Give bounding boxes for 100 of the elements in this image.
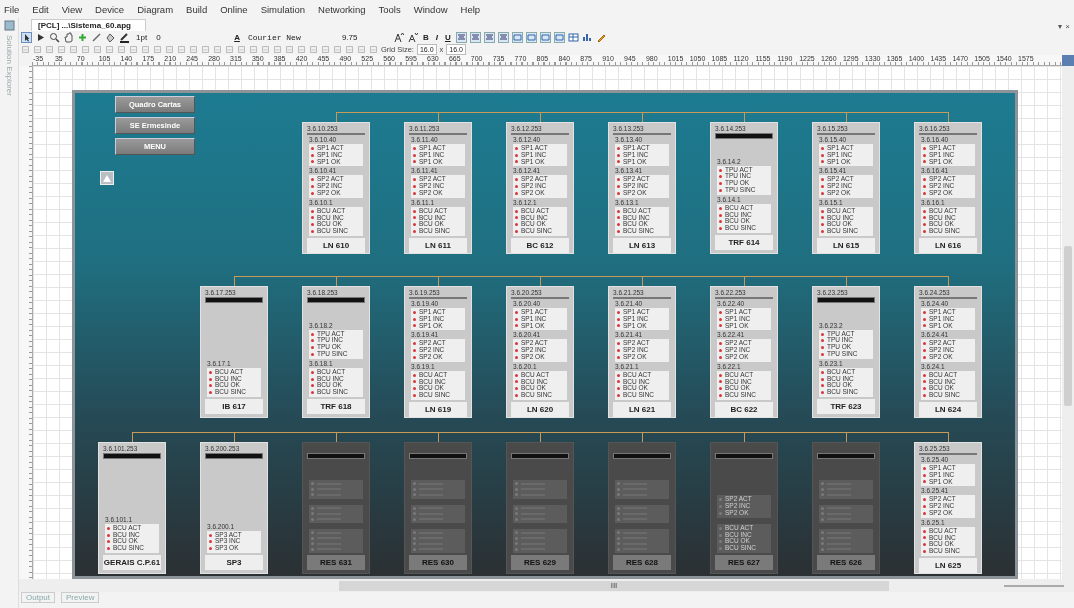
format-button[interactable]: I — [433, 32, 440, 42]
play-icon[interactable] — [35, 31, 46, 43]
chart-icon[interactable] — [581, 31, 593, 43]
bay-name: RES 630 — [409, 555, 467, 570]
line-icon[interactable] — [91, 31, 102, 43]
toolbar-icon[interactable] — [309, 44, 318, 54]
menu-item[interactable]: Simulation — [260, 3, 305, 15]
layout-icon[interactable] — [525, 31, 537, 43]
toolbar-icon[interactable] — [357, 44, 366, 54]
bay-name: SP3 — [205, 555, 263, 570]
layout-icon[interactable] — [553, 31, 565, 43]
up-button[interactable] — [100, 171, 114, 185]
toolbar-icon[interactable] — [225, 44, 234, 54]
toolbar-icon[interactable] — [321, 44, 330, 54]
layout-icon[interactable] — [511, 31, 523, 43]
bay-name: LN 621 — [613, 401, 671, 417]
menu-item[interactable]: Help — [460, 3, 481, 15]
bay-name: IB 617 — [205, 399, 263, 414]
plus-icon[interactable] — [77, 31, 88, 43]
bay-name: BC 622 — [715, 401, 773, 417]
toolbar-icon[interactable] — [261, 44, 270, 54]
network-switch-icon — [103, 453, 161, 459]
fill-icon[interactable] — [105, 31, 116, 43]
network-switch-icon — [307, 453, 365, 459]
bay-name: LN 613 — [613, 237, 671, 253]
menu-item[interactable]: Tools — [378, 3, 401, 15]
pen-color-icon[interactable] — [119, 31, 130, 43]
menu-item[interactable]: Edit — [32, 3, 49, 15]
bay-name: LN 625 — [919, 557, 977, 573]
bay-name: LN 619 — [409, 401, 467, 417]
toolbar-icon[interactable] — [177, 44, 186, 54]
menu-item[interactable]: Online — [220, 3, 248, 15]
toolbar-icon[interactable] — [189, 44, 198, 54]
font-shrink-icon[interactable] — [406, 31, 418, 43]
toolbar-icon[interactable] — [285, 44, 294, 54]
font-grow-icon[interactable] — [392, 31, 404, 43]
bay-name: TRF 623 — [817, 399, 875, 414]
bay-name: GERAIS C.P.61 — [103, 555, 161, 570]
font-color-button[interactable]: A — [232, 32, 242, 42]
pointer-icon[interactable] — [21, 31, 32, 43]
document-tab[interactable]: [PCL] ...\Sistema_60.apg — [31, 19, 146, 31]
hand-icon[interactable] — [63, 31, 74, 43]
network-switch-icon — [715, 133, 773, 139]
toolbar-icon[interactable] — [333, 44, 342, 54]
toolbar-icon[interactable] — [69, 44, 78, 54]
explorer-icon[interactable] — [3, 20, 15, 31]
bay-name: RES 626 — [817, 555, 875, 570]
vertical-scrollbar[interactable] — [1062, 66, 1074, 579]
network-switch-icon — [205, 297, 263, 303]
toolbar-icon[interactable] — [273, 44, 282, 54]
toolbar-icon[interactable] — [165, 44, 174, 54]
network-switch-icon — [715, 453, 773, 459]
format-button[interactable]: U — [442, 32, 453, 42]
toolbar-icon[interactable] — [345, 44, 354, 54]
toolbar-icon[interactable] — [213, 44, 222, 54]
font-dropdown[interactable]: Courier New — [244, 32, 336, 42]
ruler-button[interactable] — [1062, 55, 1074, 66]
bay-name: TRF 618 — [307, 399, 365, 414]
network-switch-icon — [817, 453, 875, 459]
toolbar-icon[interactable] — [297, 44, 306, 54]
menu-item[interactable]: Diagram — [137, 3, 174, 15]
menu-item[interactable]: Window — [413, 3, 448, 15]
toolbar-icon[interactable] — [153, 44, 162, 54]
bay-name: BC 612 — [511, 237, 569, 253]
layout-icon[interactable] — [539, 31, 551, 43]
bay-name: LN 611 — [409, 237, 467, 253]
menu-item[interactable]: View — [61, 3, 83, 15]
bay-name: LN 624 — [919, 401, 977, 417]
table-icon[interactable] — [567, 31, 579, 43]
format-button[interactable]: B — [420, 32, 431, 42]
network-switch-icon — [409, 453, 467, 459]
menu-item[interactable]: Networking — [318, 3, 366, 15]
align-icon[interactable] — [469, 31, 481, 43]
zoom-icon[interactable] — [49, 31, 60, 43]
line-width-dropdown[interactable]: 1pt — [133, 32, 151, 42]
bay-name: RES 631 — [307, 555, 365, 570]
align-icon[interactable] — [483, 31, 495, 43]
align-icon[interactable] — [497, 31, 509, 43]
triangle-icon — [103, 174, 111, 182]
network-switch-icon — [307, 297, 365, 303]
font-size-dropdown[interactable]: 9.75 — [338, 32, 390, 42]
toolbar-icon[interactable] — [369, 44, 378, 54]
menu-item[interactable]: Build — [186, 3, 208, 15]
toolbar-icon[interactable] — [141, 44, 150, 54]
toolbar-icon[interactable] — [249, 44, 258, 54]
window-control[interactable]: × — [1065, 22, 1070, 31]
bay-name: LN 615 — [817, 237, 875, 253]
menu-item[interactable]: Device — [95, 3, 125, 15]
bay-name: RES 627 — [715, 555, 773, 570]
menu-item[interactable]: File — [4, 3, 20, 15]
align-icon[interactable] — [455, 31, 467, 43]
bay-name: TRF 614 — [715, 235, 773, 250]
scroll-grip: III — [610, 580, 618, 591]
bay-name: RES 629 — [511, 555, 569, 570]
network-switch-icon — [613, 453, 671, 459]
toolbar-icon[interactable] — [201, 44, 210, 54]
toolbar-icon[interactable] — [237, 44, 246, 54]
line-style-dropdown[interactable]: 0 — [153, 32, 230, 42]
network-switch-icon — [511, 453, 569, 459]
window-control[interactable]: ▾ — [1058, 22, 1063, 31]
